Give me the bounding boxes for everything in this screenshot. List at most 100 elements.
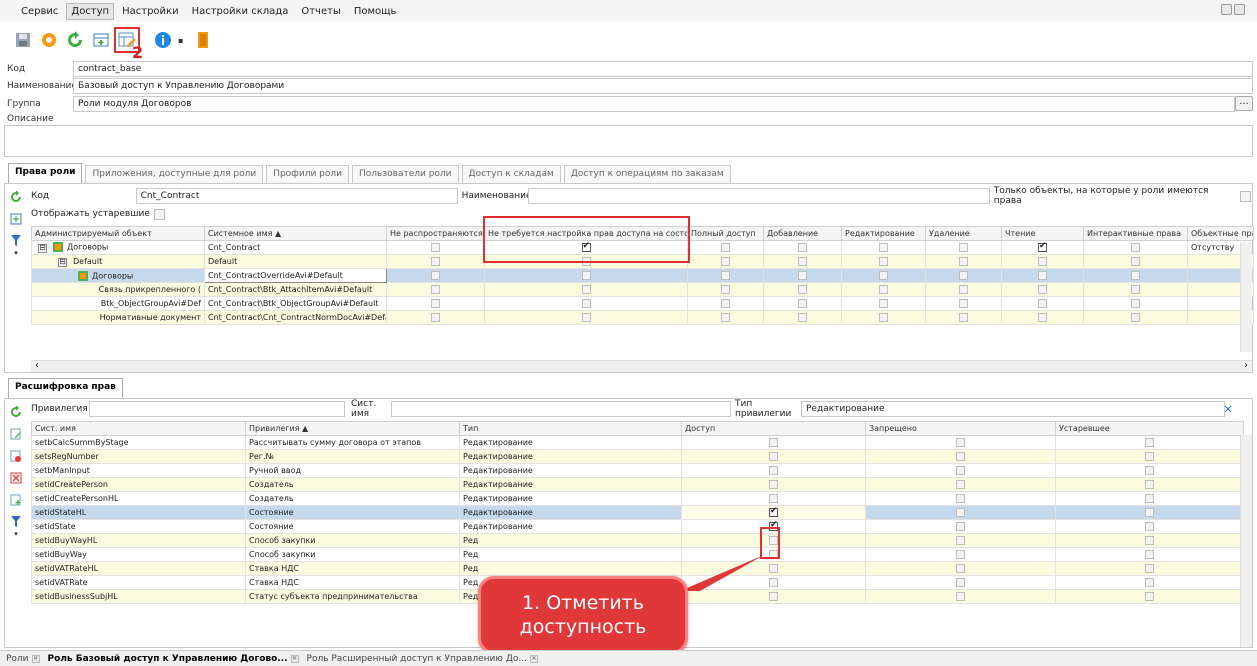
rights-row[interactable]: Нормативные документ Cnt_Contract\Cnt_Con… (31, 310, 1254, 325)
menu-item-4[interactable]: Отчеты (296, 3, 345, 20)
breakdown-checkbox[interactable] (956, 550, 965, 559)
tree-toggle-icon[interactable]: ⊟ (38, 243, 47, 253)
rights-checkbox[interactable] (1131, 243, 1140, 252)
rights-checkbox[interactable] (1131, 285, 1140, 294)
rights-row[interactable]: Договоры Cnt_ContractOverrideAvi#Default (31, 268, 1254, 283)
close-tab-icon[interactable]: ✕ (290, 654, 299, 663)
rights-col-header[interactable]: Редактирование (841, 226, 926, 241)
breakdown-checkbox[interactable] (769, 466, 778, 475)
breakdown-checkbox[interactable] (956, 536, 965, 545)
breakdown-checkbox[interactable] (769, 564, 778, 573)
rights-checkbox[interactable] (879, 271, 888, 280)
delete-doc-icon[interactable] (9, 449, 23, 463)
expand-button[interactable] (90, 29, 112, 51)
breakdown-checkbox[interactable] (769, 592, 778, 601)
rights-name-field[interactable] (527, 188, 990, 204)
rights-checkbox[interactable] (959, 299, 968, 308)
rights-checkbox[interactable] (721, 299, 730, 308)
rights-checkbox[interactable] (721, 257, 730, 266)
show-obsolete-checkbox[interactable] (153, 208, 165, 220)
rights-col-header[interactable]: Полный доступ (687, 226, 764, 241)
rights-checkbox[interactable] (581, 313, 591, 322)
tab-rights-breakdown[interactable]: Расшифровка прав (8, 378, 123, 398)
breakdown-checkbox[interactable] (1145, 578, 1154, 587)
code-field[interactable]: contract_base (73, 61, 1253, 77)
rights-checkbox[interactable] (431, 257, 440, 266)
rights-checkbox[interactable] (1131, 257, 1140, 266)
rights-col-header[interactable]: Объектные пра (1187, 226, 1254, 241)
breakdown-checkbox[interactable] (1145, 438, 1154, 447)
rights-col-header[interactable]: Добавление (763, 226, 842, 241)
save-button[interactable] (12, 29, 34, 51)
rights-checkbox[interactable] (879, 313, 888, 322)
close-doc-icon[interactable] (9, 471, 23, 485)
breakdown-checkbox[interactable] (769, 536, 778, 545)
rights-col-header[interactable]: Интерактивные права (1083, 226, 1188, 241)
privilege-filter-field[interactable] (89, 401, 345, 417)
name-field[interactable]: Базовый доступ к Управлению Договорами (73, 78, 1253, 94)
rights-checkbox[interactable] (581, 271, 591, 280)
rights-col-header[interactable]: Администрируемый объект (31, 226, 205, 241)
breakdown-checkbox[interactable] (956, 578, 965, 587)
expand-all-icon[interactable] (9, 212, 23, 226)
rights-col-header[interactable]: Не требуется настройка прав доступа на с… (484, 226, 688, 241)
rights-checkbox[interactable] (1038, 257, 1047, 266)
breakdown-checkbox[interactable] (1145, 564, 1154, 573)
breakdown-row[interactable]: setbCalcSummByStage Рассчитывать сумму до… (31, 435, 1244, 450)
breakdown-checkbox[interactable] (956, 494, 965, 503)
rights-checkbox[interactable] (1131, 313, 1140, 322)
breakdown-row[interactable]: setsRegNumber Рег.№ Редактирование (31, 449, 1244, 464)
breakdown-checkbox[interactable] (769, 494, 778, 503)
rights-checkbox[interactable] (879, 285, 888, 294)
rights-checkbox[interactable] (1131, 299, 1140, 308)
rights-checkbox[interactable] (798, 257, 807, 266)
breakdown-checkbox[interactable] (769, 438, 778, 447)
breakdown-checkbox[interactable] (956, 480, 965, 489)
tab-1[interactable]: Приложения, доступные для роли (85, 165, 264, 183)
tab-3[interactable]: Пользователи роли (352, 165, 459, 183)
rights-hscrollbar[interactable]: ‹ › (31, 360, 1252, 372)
menu-item-1[interactable]: Доступ (66, 2, 115, 20)
rights-checkbox[interactable] (1038, 285, 1047, 294)
breakdown-checkbox[interactable] (1145, 508, 1154, 517)
breakdown-checkbox[interactable] (1145, 494, 1154, 503)
breakdown-col-header[interactable]: Привилегия ▲ (245, 421, 460, 436)
document-tab[interactable]: Роли ✕ (6, 654, 40, 664)
rights-checkbox[interactable] (959, 271, 968, 280)
rights-row[interactable]: Связь прикрепленного (Cnt_Contract\Btk_A… (31, 282, 1254, 297)
filter-dropdown-icon[interactable]: ▾ (9, 246, 23, 260)
document-tab[interactable]: Роль Расширенный доступ к Управлению До.… (307, 654, 538, 664)
breakdown-checkbox[interactable] (1145, 466, 1154, 475)
menu-item-5[interactable]: Помощь (349, 3, 402, 20)
info-button[interactable] (152, 29, 174, 51)
breakdown-checkbox[interactable] (1145, 536, 1154, 545)
group-select-button[interactable]: ... (1235, 96, 1253, 111)
close-tab-icon[interactable]: ✕ (529, 654, 538, 663)
breakdown-col-header[interactable]: Доступ (681, 421, 866, 436)
breakdown-checkbox[interactable] (1145, 480, 1154, 489)
breakdown-checkbox[interactable] (769, 578, 778, 587)
tab-2[interactable]: Профили роли (266, 165, 350, 183)
rights-checkbox[interactable] (1131, 271, 1140, 280)
tree-toggle-icon[interactable]: ⊟ (58, 257, 67, 267)
rights-checkbox[interactable] (798, 285, 807, 294)
breakdown-col-header[interactable]: Тип (459, 421, 682, 436)
breakdown-row[interactable]: setidCreatePersonHL Создатель Редактирован… (31, 491, 1244, 506)
breakdown-row[interactable]: setidCreatePerson Создатель Редактирование (31, 477, 1244, 492)
scroll-left-icon[interactable]: ‹ (35, 360, 39, 371)
breakdown-checkbox[interactable] (1145, 550, 1154, 559)
breakdown-checkbox[interactable] (956, 508, 965, 517)
refresh-rights-icon[interactable] (9, 190, 23, 204)
rights-checkbox[interactable] (798, 271, 807, 280)
breakdown-checkbox[interactable] (956, 564, 965, 573)
sysname-filter-field[interactable] (391, 401, 731, 417)
breakdown-col-header[interactable]: Запрещено (865, 421, 1056, 436)
menu-item-0[interactable]: Сервис (16, 3, 63, 20)
rights-col-header[interactable]: Удаление (925, 226, 1002, 241)
rights-col-header[interactable]: Чтение (1001, 226, 1084, 241)
rights-checkbox[interactable] (798, 313, 807, 322)
rights-checkbox[interactable] (721, 243, 730, 252)
rights-vscrollbar[interactable] (1240, 242, 1252, 352)
edit-rights-button[interactable]: 2 (114, 27, 143, 62)
breakdown-row[interactable]: setidState Состояние Редактирование (31, 519, 1244, 534)
